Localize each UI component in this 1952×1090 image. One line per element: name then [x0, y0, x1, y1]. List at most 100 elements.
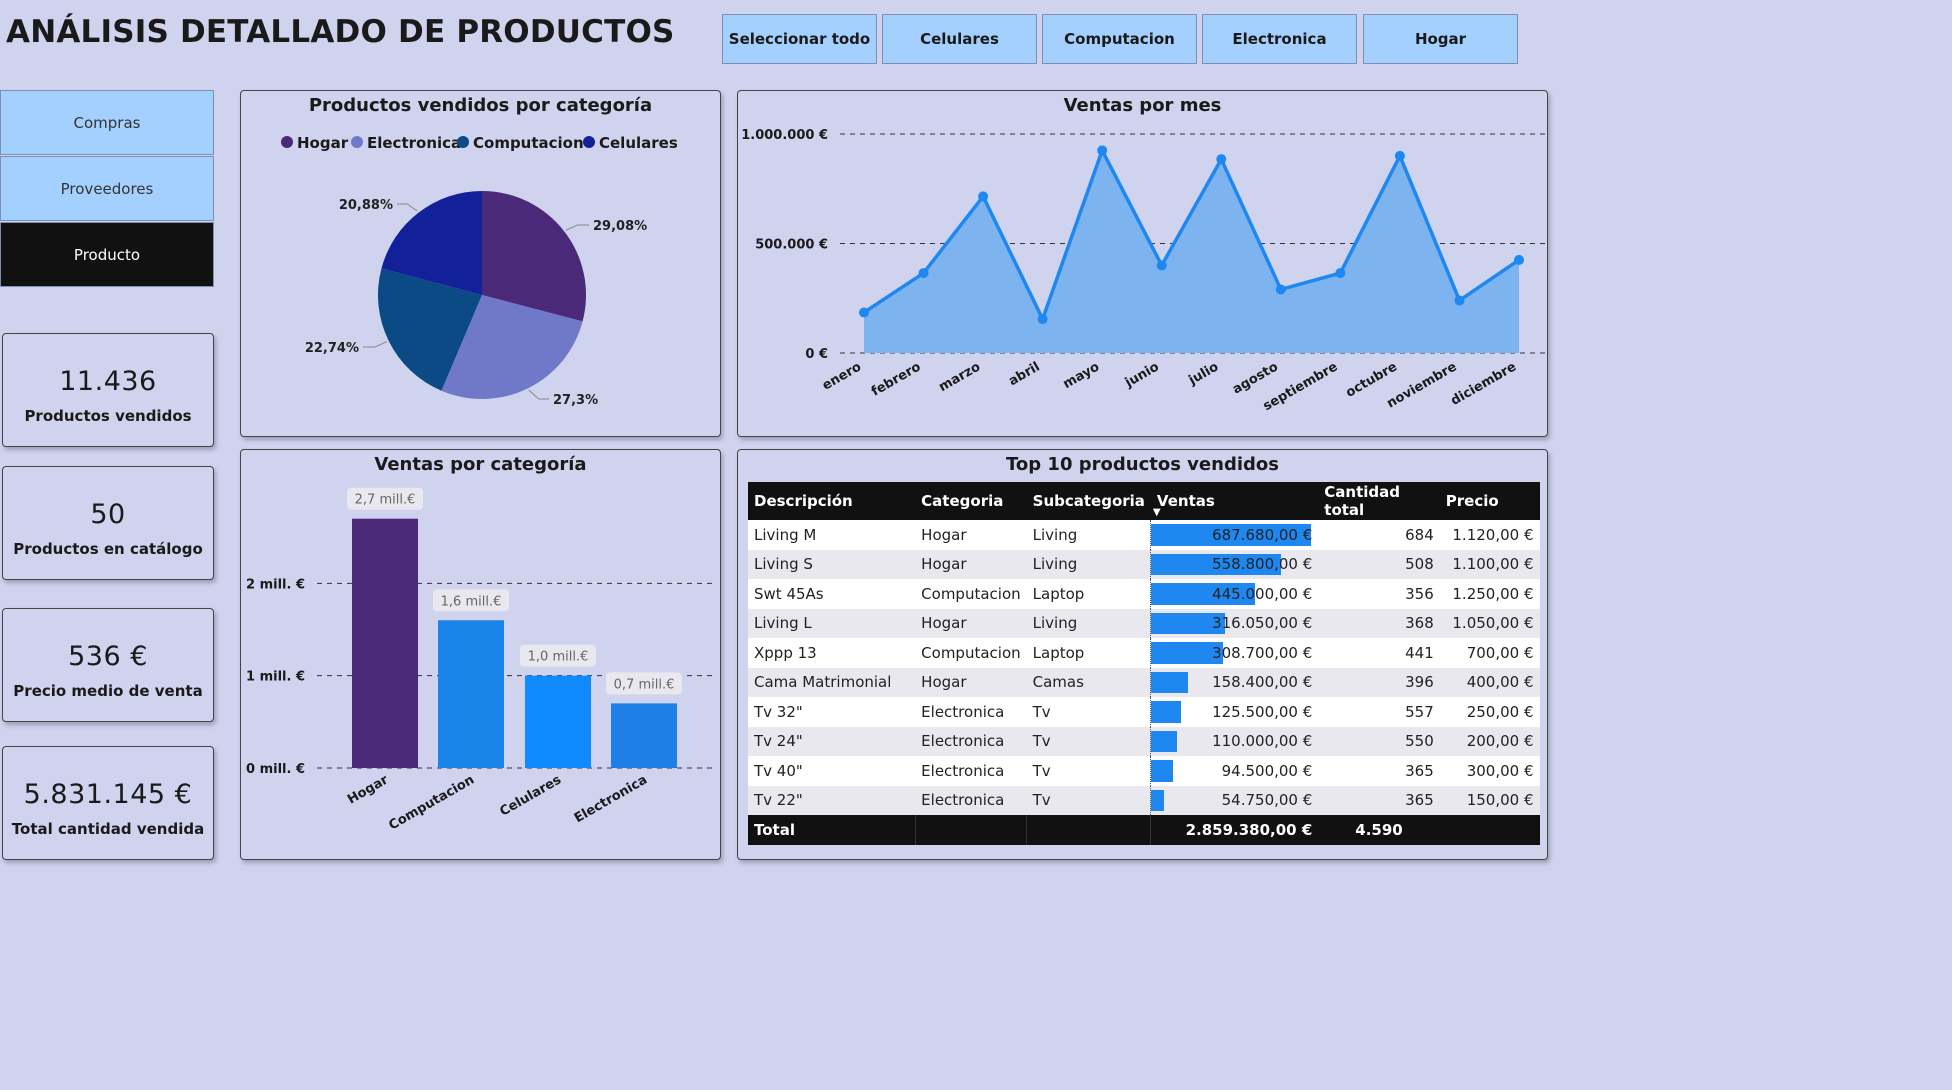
filter-celulares-button[interactable]: Celulares: [882, 14, 1037, 64]
cell-ventas: 54.750,00 €: [1150, 785, 1319, 815]
y-tick-label: 1 mill. €: [246, 670, 305, 685]
total-empty-cell: [914, 815, 1027, 845]
column-header-categoria[interactable]: Categoria: [915, 482, 1027, 520]
cell-categoria: Computacion: [915, 579, 1027, 609]
legend-marker: [457, 136, 469, 148]
cell-descripcion: Tv 24": [748, 726, 916, 756]
area-fill: [864, 150, 1519, 353]
pie-chart-panel: Productos vendidos por categoría Hogar El…: [240, 90, 721, 437]
legend-label[interactable]: Hogar: [297, 134, 349, 152]
kpi-total-cantidad: 5.831.145 € Total cantidad vendida: [2, 746, 214, 860]
cell-subcategoria: Laptop: [1026, 638, 1151, 668]
bar-chart: 0 mill. € 1 mill. € 2 mill. € 2,7 mill.€ Hog…: [246, 487, 715, 833]
x-tick-label: julio: [1186, 359, 1222, 388]
table-row[interactable]: Cama Matrimonial Hogar Camas 158.400,00 € 39…: [748, 667, 1540, 697]
kpi-value: 50: [90, 499, 126, 530]
nav-compras-button[interactable]: Compras: [0, 90, 214, 155]
bar-celulares[interactable]: [525, 675, 591, 768]
ventas-value: 308.700,00 €: [1212, 643, 1313, 662]
column-header-descripcion[interactable]: Descripción: [748, 482, 916, 520]
table-row[interactable]: Tv 40" Electronica Tv 94.500,00 € 365 300,00 …: [748, 756, 1540, 786]
cell-precio: 300,00 €: [1439, 756, 1540, 786]
top-products-table: Descripción Categoria Subcategoria Venta…: [748, 482, 1540, 845]
cell-cantidad: 365: [1318, 785, 1440, 815]
kpi-value: 5.831.145 €: [23, 779, 193, 810]
table-row[interactable]: Tv 24" Electronica Tv 110.000,00 € 550 200,00…: [748, 726, 1540, 756]
bar-computacion[interactable]: [438, 620, 504, 768]
table-row[interactable]: Living L Hogar Living 316.050,00 € 368 1.050,…: [748, 608, 1540, 638]
kpi-label: Productos vendidos: [24, 407, 192, 425]
x-tick-label: Electronica: [572, 772, 650, 826]
cell-categoria: Hogar: [915, 520, 1027, 550]
cell-subcategoria: Living: [1026, 520, 1151, 550]
legend-label[interactable]: Computacion: [473, 134, 584, 152]
data-point-mayo[interactable]: [1097, 145, 1108, 156]
data-point-enero[interactable]: [859, 307, 869, 318]
ventas-value: 445.000,00 €: [1212, 584, 1313, 603]
cell-cantidad: 684: [1318, 520, 1440, 550]
bar-hogar[interactable]: [352, 518, 418, 768]
cell-ventas: 125.500,00 €: [1150, 697, 1319, 727]
data-point-septiembre[interactable]: [1335, 268, 1346, 279]
cell-cantidad: 356: [1318, 579, 1440, 609]
kpi-label: Productos en catálogo: [13, 540, 203, 558]
filter-computacion-button[interactable]: Computacion: [1042, 14, 1197, 64]
legend-marker: [351, 136, 363, 148]
x-tick-label: Computacion: [386, 772, 477, 833]
bar-chart-panel: Ventas por categoría 0 mill. €1 mill. €2…: [240, 449, 721, 860]
column-header-precio[interactable]: Precio: [1439, 482, 1540, 520]
filter-hogar-button[interactable]: Hogar: [1363, 14, 1518, 64]
data-point-octubre[interactable]: [1394, 150, 1405, 161]
pie-leader-line: [397, 203, 418, 212]
data-point-abril[interactable]: [1037, 314, 1048, 325]
cell-subcategoria: Tv: [1026, 697, 1151, 727]
legend-label[interactable]: Electronica: [367, 134, 461, 152]
table-row[interactable]: Tv 22" Electronica Tv 54.750,00 € 365 150,00 …: [748, 785, 1540, 815]
cell-descripcion: Tv 22": [748, 785, 916, 815]
column-header-cantidad[interactable]: Cantidad total: [1318, 482, 1440, 520]
y-tick-label: 500.000 €: [755, 238, 828, 253]
legend-marker: [281, 136, 293, 148]
x-tick-label: Celulares: [497, 772, 564, 819]
bar-data-label: 2,7 mill.€: [355, 493, 416, 508]
data-point-marzo[interactable]: [978, 191, 989, 202]
nav-proveedores-button[interactable]: Proveedores: [0, 156, 214, 221]
table-row[interactable]: Swt 45As Computacion Laptop 445.000,00 € 356…: [748, 579, 1540, 609]
data-point-diciembre[interactable]: [1514, 254, 1524, 265]
bar-data-label: 1,6 mill.€: [441, 594, 502, 609]
bar-electronica[interactable]: [611, 703, 677, 768]
cell-precio: 250,00 €: [1439, 697, 1540, 727]
column-header-ventas[interactable]: Ventas ▼: [1150, 482, 1319, 520]
data-point-julio[interactable]: [1216, 154, 1227, 165]
column-header-subcategoria[interactable]: Subcategoria: [1026, 482, 1151, 520]
data-point-noviembre[interactable]: [1454, 295, 1465, 306]
table-row[interactable]: Living M Hogar Living 687.680,00 € 684 1.120,…: [748, 520, 1540, 550]
filter-select-all-button[interactable]: Seleccionar todo: [722, 14, 877, 64]
table-row[interactable]: Xppp 13 Computacion Laptop 308.700,00 € 441 7…: [748, 638, 1540, 668]
sort-desc-icon[interactable]: ▼: [1153, 507, 1161, 518]
cell-subcategoria: Tv: [1026, 756, 1151, 786]
page-title: ANÁLISIS DETALLADO DE PRODUCTOS: [6, 14, 675, 50]
table-row[interactable]: Tv 32" Electronica Tv 125.500,00 € 557 250,00…: [748, 697, 1540, 727]
x-tick-label: mayo: [1061, 359, 1103, 392]
data-point-junio[interactable]: [1156, 260, 1167, 271]
cell-ventas: 110.000,00 €: [1150, 726, 1319, 756]
cell-cantidad: 365: [1318, 756, 1440, 786]
table-row[interactable]: Living S Hogar Living 558.800,00 € 508 1.100,…: [748, 549, 1540, 579]
cell-subcategoria: Tv: [1026, 785, 1151, 815]
kpi-value: 11.436: [59, 366, 157, 397]
cell-ventas: 308.700,00 €: [1150, 638, 1319, 668]
cell-categoria: Hogar: [915, 608, 1027, 638]
cell-precio: 200,00 €: [1439, 726, 1540, 756]
cell-precio: 700,00 €: [1439, 638, 1540, 668]
data-point-agosto[interactable]: [1275, 284, 1286, 295]
cell-categoria: Hogar: [915, 549, 1027, 579]
data-point-febrero[interactable]: [918, 268, 929, 279]
pie-leader-line: [565, 224, 589, 231]
legend-label[interactable]: Celulares: [599, 134, 678, 152]
cell-descripcion: Cama Matrimonial: [748, 667, 916, 697]
filter-electronica-button[interactable]: Electronica: [1202, 14, 1357, 64]
nav-producto-button[interactable]: Producto: [0, 222, 214, 287]
cell-subcategoria: Tv: [1026, 726, 1151, 756]
line-chart: 0 € 500.000 € 1.000.000 € enero febrero marzo…: [741, 128, 1546, 414]
